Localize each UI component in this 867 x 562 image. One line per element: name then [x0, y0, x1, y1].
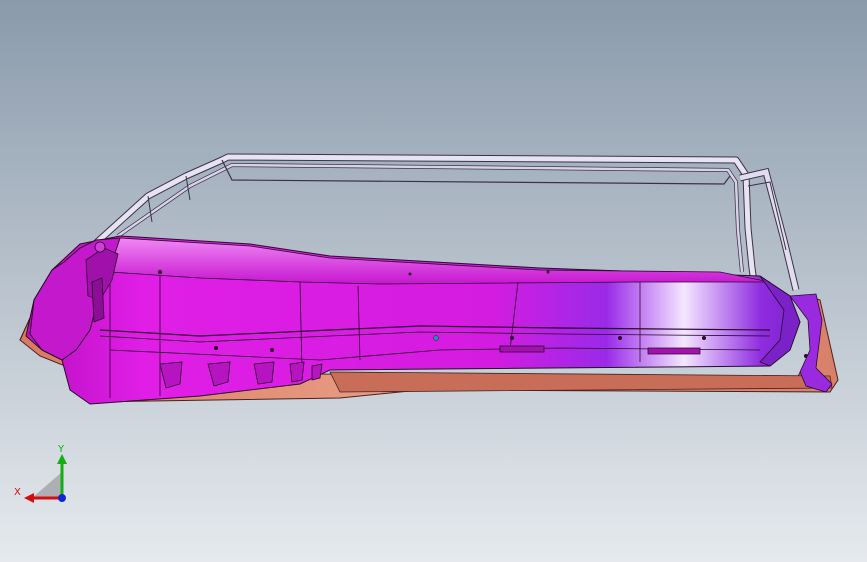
triad-x-label: X — [14, 487, 21, 498]
model-view[interactable] — [0, 0, 867, 562]
triad-y-arrow-icon — [57, 454, 67, 464]
graphics-viewport[interactable]: Y X — [0, 0, 867, 562]
triad-x-arrow-icon — [24, 493, 34, 503]
triad-plane-shade — [32, 472, 62, 498]
triad-z-axis-icon — [58, 494, 66, 502]
coordinate-triad: Y X — [14, 444, 67, 503]
triad-y-label: Y — [57, 444, 65, 455]
